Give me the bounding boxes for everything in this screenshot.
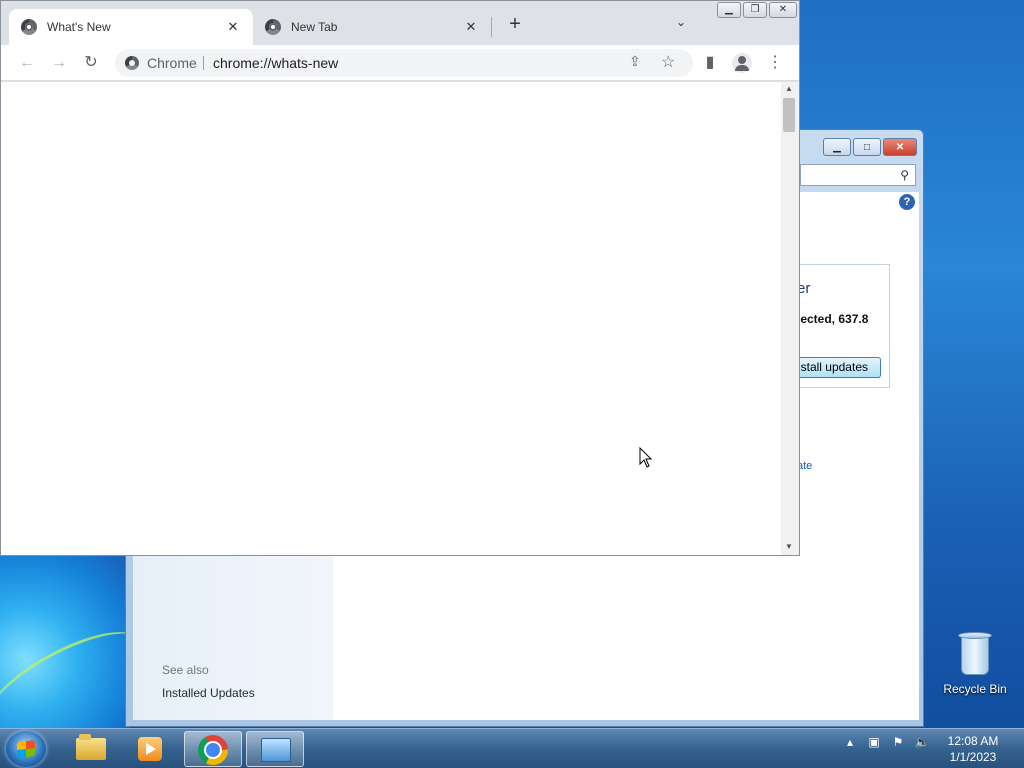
scroll-up-icon[interactable]: ▲ [785,84,793,93]
star-icon[interactable]: ☆ [661,52,675,72]
folder-icon [76,734,106,760]
taskbar-control-panel[interactable] [246,731,304,767]
volume-icon[interactable]: 🔈 [914,735,930,749]
show-hidden-icons-icon[interactable]: ▴ [842,735,858,749]
tab-whats-new[interactable]: What's New ✕ [9,9,253,45]
clock-time: 12:08 AM [947,734,999,748]
see-also-heading: See also [162,663,209,677]
share-icon[interactable]: ⇪ [629,53,641,70]
minimize-button[interactable]: ▁ [717,2,741,18]
start-button[interactable] [6,731,46,767]
taskbar-media-player[interactable] [122,731,180,767]
close-button[interactable]: ✕ [883,138,917,156]
taskbar-explorer[interactable] [62,731,120,767]
chrome-favicon-icon [21,19,37,35]
minimize-button[interactable]: ▁ [823,138,851,156]
taskbar: ▴ ▣ ⚑ 🔈 12:08 AM 1/1/2023 [0,728,1024,768]
scroll-down-icon[interactable]: ▼ [785,542,793,551]
tab-title: New Tab [291,20,338,34]
tab-strip: What's New ✕ New Tab ✕ + ⌄ ▁ ❐ ✕ [1,1,799,45]
kebab-menu-icon[interactable]: ⋮ [763,51,787,75]
url-text[interactable]: chrome://whats-new [213,55,338,71]
taskbar-clock[interactable]: 12:08 AM 1/1/2023 [940,733,1006,765]
tab-close-icon[interactable]: ✕ [225,19,241,35]
new-tab-button[interactable]: + [504,14,526,36]
install-updates-button[interactable]: stall updates [797,357,881,378]
restore-button[interactable]: ❐ [743,2,767,18]
chrome-icon [198,735,228,765]
taskbar-chrome[interactable] [184,731,242,767]
chrome-window: What's New ✕ New Tab ✕ + ⌄ ▁ ❐ ✕ ← → ↻ C… [0,0,800,556]
mouse-cursor-icon [639,447,653,468]
vertical-scrollbar[interactable]: ▲ ▼ [781,82,799,555]
recycle-bin-icon [958,632,992,676]
side-panel-icon[interactable]: ▮ [698,51,722,75]
action-center-flag-icon[interactable]: ⚑ [890,735,906,749]
windows-logo-icon [17,740,35,758]
window-caption-buttons: ▁ ❐ ✕ [717,2,797,18]
installed-updates-link[interactable]: Installed Updates [162,686,255,700]
tab-close-icon[interactable]: ✕ [463,19,479,35]
control-panel-icon [261,738,291,762]
tab-search-chevron-icon[interactable]: ⌄ [671,15,691,35]
tab-separator [491,17,492,37]
search-icon: ⚲ [900,168,909,182]
chrome-favicon-icon [265,19,281,35]
search-input[interactable]: ⚲ [800,164,916,186]
tab-title: What's New [47,20,111,34]
address-bar[interactable]: Chrome chrome://whats-new ⇪ ☆ [115,49,693,77]
media-player-icon [138,737,162,761]
forward-arrow-icon[interactable]: → [47,51,71,75]
browser-toolbar: ← → ↻ Chrome chrome://whats-new ⇪ ☆ ▮ ⋮ [1,45,799,81]
network-icon[interactable]: ▣ [866,735,882,749]
profile-icon[interactable] [730,51,754,75]
system-tray: ▴ ▣ ⚑ 🔈 [842,735,930,749]
chrome-site-icon [125,56,139,70]
window-caption-buttons: ▁ □ ✕ [823,138,917,156]
clock-date: 1/1/2023 [949,750,997,764]
maximize-button[interactable]: □ [853,138,881,156]
site-name-chip: Chrome [147,55,197,71]
page-content[interactable] [1,82,781,555]
recycle-bin-label: Recycle Bin [943,682,1007,696]
help-icon[interactable]: ? [899,194,915,210]
recycle-bin-shortcut[interactable]: Recycle Bin [940,628,1010,696]
scroll-thumb[interactable] [783,98,795,132]
back-arrow-icon[interactable]: ← [15,51,39,75]
close-button[interactable]: ✕ [769,2,797,18]
omnibox-divider [203,56,204,70]
reload-icon[interactable]: ↻ [79,51,103,75]
update-status-detail: lected, 637.8 [797,312,869,326]
tab-new-tab[interactable]: New Tab ✕ [253,9,491,45]
